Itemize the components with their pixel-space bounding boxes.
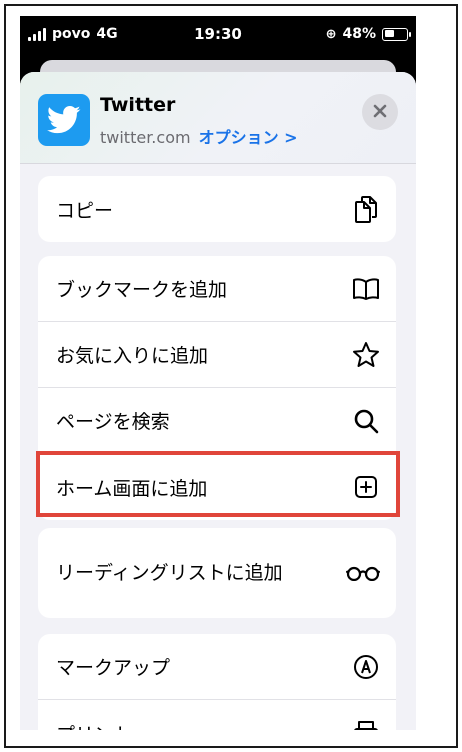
battery-fill xyxy=(384,30,395,37)
add-favorite-label: お気に入りに追加 xyxy=(56,345,209,367)
markup-action[interactable]: マークアップ xyxy=(38,634,396,700)
pen-circle-icon xyxy=(352,653,380,681)
battery-percent: 48% xyxy=(342,26,376,42)
copy-icon xyxy=(352,195,380,223)
add-favorite-action[interactable]: お気に入りに追加 xyxy=(38,322,396,388)
reading-list-action[interactable]: リーディングリストに追加 xyxy=(38,528,396,618)
close-icon xyxy=(373,103,387,122)
share-sheet: Twitter twitter.com オプション > コピー ブックマークを追… xyxy=(20,72,416,730)
screenshot-frame: povo 4G 19:30 ⊕ 48% Twitter twitter.com … xyxy=(4,4,458,748)
find-on-page-action[interactable]: ページを検索 xyxy=(38,388,396,454)
star-icon xyxy=(352,341,380,369)
print-label: プリント xyxy=(56,720,132,731)
add-to-home-label: ホーム画面に追加 xyxy=(56,477,208,500)
add-bookmark-action[interactable]: ブックマークを追加 xyxy=(38,256,396,322)
app-subtitle: twitter.com オプション > xyxy=(100,124,298,148)
status-bar: povo 4G 19:30 ⊕ 48% xyxy=(20,16,416,58)
copy-action[interactable]: コピー xyxy=(38,176,396,242)
actions-group: ブックマークを追加 お気に入りに追加 ページを検索 ホーム画面に追加 xyxy=(38,256,396,520)
options-link[interactable]: オプション > xyxy=(199,124,298,148)
find-on-page-label: ページを検索 xyxy=(56,411,170,433)
book-icon xyxy=(352,275,380,303)
copy-group: コピー xyxy=(38,176,396,242)
glasses-icon xyxy=(346,559,380,587)
app-name: Twitter xyxy=(100,94,176,116)
phone-screen: povo 4G 19:30 ⊕ 48% Twitter twitter.com … xyxy=(20,16,416,730)
orientation-lock-icon: ⊕ xyxy=(325,26,337,42)
printer-icon xyxy=(352,719,380,730)
add-to-home-action[interactable]: ホーム画面に追加 xyxy=(38,454,396,520)
twitter-bird-icon xyxy=(38,94,90,146)
battery-icon xyxy=(382,27,411,41)
add-bookmark-label: ブックマークを追加 xyxy=(56,279,228,301)
reading-list-label: リーディングリストに追加 xyxy=(56,562,283,584)
share-header: Twitter twitter.com オプション > xyxy=(20,72,416,164)
search-icon xyxy=(352,407,380,435)
close-button[interactable] xyxy=(362,94,398,130)
copy-label: コピー xyxy=(56,199,114,222)
markup-group: マークアップ プリント xyxy=(38,634,396,730)
app-domain: twitter.com xyxy=(100,128,191,147)
plus-square-icon xyxy=(352,473,380,501)
markup-label: マークアップ xyxy=(56,657,171,679)
reading-list-group: リーディングリストに追加 xyxy=(38,528,396,618)
print-action[interactable]: プリント xyxy=(38,700,396,730)
status-right: ⊕ 48% xyxy=(325,26,411,42)
